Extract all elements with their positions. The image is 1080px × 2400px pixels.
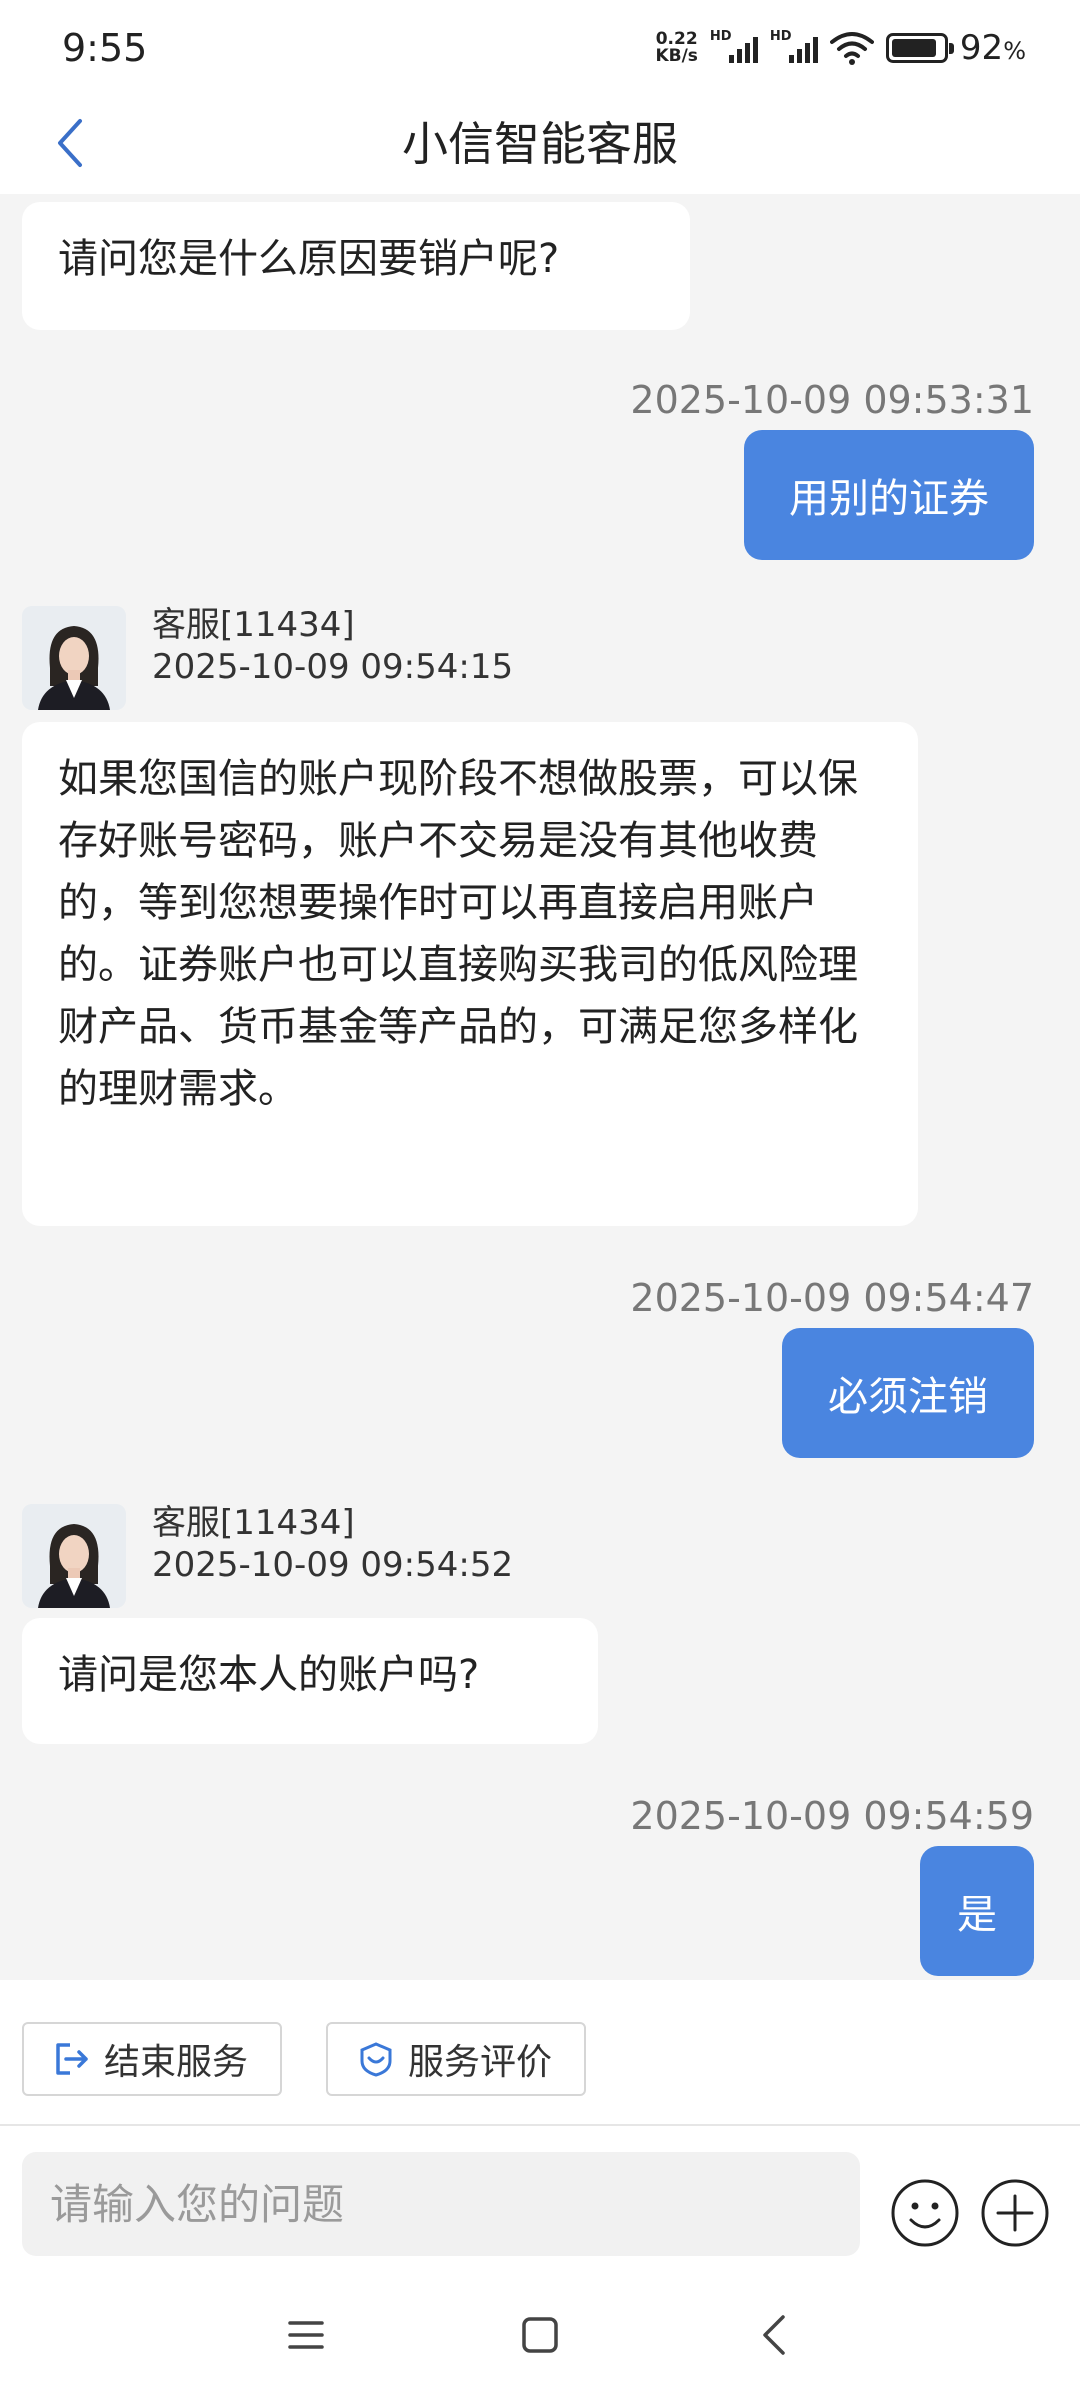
system-back-button[interactable] bbox=[734, 2300, 814, 2370]
user-message-bubble: 是 bbox=[920, 1846, 1034, 1976]
message-input[interactable] bbox=[22, 2152, 860, 2256]
plus-icon bbox=[981, 2179, 1049, 2247]
message-text: 如果您国信的账户现阶段不想做股票，可以保存好账号密码，账户不交易是没有其他收费的… bbox=[58, 756, 858, 1112]
message-timestamp: 2025-10-09 09:54:52 bbox=[152, 1545, 514, 1585]
home-square-icon bbox=[522, 2317, 558, 2353]
emoji-icon bbox=[891, 2179, 959, 2247]
agent-name: 客服[11434] bbox=[152, 605, 355, 645]
status-bar: 9:55 0.22 KB/s HD HD 92% bbox=[0, 0, 1080, 96]
agent-message-bubble: 请问是您本人的账户吗? bbox=[22, 1618, 598, 1744]
header: 小信智能客服 bbox=[0, 96, 1080, 194]
message-text: 请问是您本人的账户吗? bbox=[58, 1652, 480, 1698]
end-service-label: 结束服务 bbox=[104, 2042, 249, 2083]
more-options-button[interactable] bbox=[980, 2178, 1050, 2248]
service-actions: 结束服务 服务评价 bbox=[0, 1980, 1080, 2124]
menu-button[interactable] bbox=[266, 2300, 346, 2370]
message-composer bbox=[0, 2126, 1080, 2266]
agent-info: 客服[11434] 2025-10-09 09:54:52 bbox=[152, 1502, 513, 1586]
rate-service-label: 服务评价 bbox=[408, 2042, 553, 2083]
message-timestamp: 2025-10-09 09:53:31 bbox=[630, 378, 1034, 422]
agent-avatar-image bbox=[22, 1504, 126, 1608]
message-text: 请问您是什么原因要销户呢? bbox=[58, 236, 560, 282]
message-timestamp: 2025-10-09 09:54:47 bbox=[630, 1276, 1034, 1320]
back-triangle-icon bbox=[763, 2315, 785, 2355]
agent-message-bubble: 如果您国信的账户现阶段不想做股票，可以保存好账号密码，账户不交易是没有其他收费的… bbox=[22, 722, 918, 1226]
signal-icon: HD bbox=[710, 29, 758, 67]
system-navigation-bar bbox=[0, 2266, 1080, 2400]
chat-area[interactable]: 请问您是什么原因要销户呢? 2025-10-09 09:53:31 用别的证券 … bbox=[0, 194, 1080, 1980]
agent-info: 客服[11434] 2025-10-09 09:54:15 bbox=[152, 604, 513, 688]
menu-icon bbox=[288, 2321, 324, 2349]
status-time: 9:55 bbox=[62, 26, 148, 70]
rate-service-button[interactable]: 服务评价 bbox=[326, 2022, 586, 2096]
status-indicators: 0.22 KB/s HD HD 92% bbox=[655, 26, 1026, 70]
home-button[interactable] bbox=[500, 2300, 580, 2370]
avatar bbox=[22, 606, 126, 710]
exit-icon bbox=[56, 2043, 88, 2075]
avatar bbox=[22, 1504, 126, 1608]
network-speed: 0.22 KB/s bbox=[655, 31, 697, 65]
user-message-bubble: 用别的证券 bbox=[744, 430, 1034, 560]
battery-unit: % bbox=[1003, 37, 1026, 65]
emoji-button[interactable] bbox=[890, 2178, 960, 2248]
agent-name: 客服[11434] bbox=[152, 1503, 355, 1543]
battery-level: 92% bbox=[960, 28, 1026, 68]
message-text: 是 bbox=[957, 1892, 997, 1938]
page-title: 小信智能客服 bbox=[402, 117, 678, 171]
agent-message-bubble: 请问您是什么原因要销户呢? bbox=[22, 202, 690, 330]
message-timestamp: 2025-10-09 09:54:15 bbox=[152, 647, 514, 687]
end-service-button[interactable]: 结束服务 bbox=[22, 2022, 282, 2096]
network-speed-unit: KB/s bbox=[655, 46, 698, 66]
agent-avatar-image bbox=[22, 606, 126, 710]
message-timestamp: 2025-10-09 09:54:59 bbox=[630, 1794, 1034, 1838]
battery-icon bbox=[885, 33, 954, 63]
signal-icon: HD bbox=[770, 29, 818, 67]
message-text: 用别的证券 bbox=[789, 476, 989, 522]
wifi-icon bbox=[829, 32, 874, 65]
message-text: 必须注销 bbox=[828, 1374, 988, 1420]
battery-percent: 92 bbox=[959, 28, 1004, 68]
user-message-bubble: 必须注销 bbox=[782, 1328, 1034, 1458]
rating-shield-icon bbox=[360, 2042, 392, 2077]
